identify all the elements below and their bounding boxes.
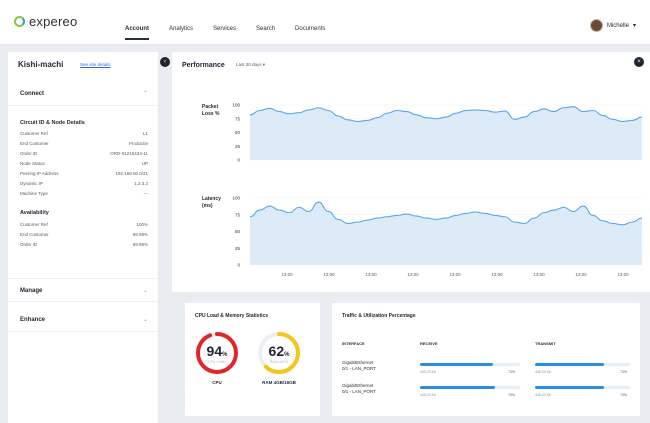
tx-bar	[535, 363, 630, 366]
x-tick-label: 13:00	[533, 272, 545, 277]
cpu-memory-card: CPU Load & Memory Statistics 94% CPU LOA…	[185, 303, 320, 416]
col-interface: INTERFACE	[342, 341, 365, 346]
kv-row: Dynamic IP 1.2.3.2	[20, 181, 148, 186]
kv-row: Customer Ref 100%	[20, 222, 148, 227]
y-tick-label: 100	[232, 196, 240, 201]
series-area	[250, 106, 642, 160]
tx-bar-fill	[535, 386, 605, 389]
rx-bar	[420, 363, 520, 366]
x-tick-label: 13:00	[449, 272, 461, 277]
rx-bar-fill	[420, 363, 493, 366]
user-name: Michelle	[606, 22, 629, 29]
site-details-link[interactable]: See site details	[80, 62, 111, 67]
x-tick-label: 13:00	[617, 272, 629, 277]
circuit-title: Circuit ID & Node Details	[20, 120, 85, 126]
tx-small: 445.23 Kb	[535, 370, 551, 374]
section-manage[interactable]: Manage ⌄	[8, 278, 158, 302]
performance-panel: Performance Last 30 days ▾ × Packet Loss…	[172, 52, 650, 292]
kv-row: Peering IP Address 192.168.00.0/21	[20, 171, 148, 176]
cpu-caption: CPU	[212, 380, 222, 385]
x-tick-label: 13:00	[323, 272, 335, 277]
rx-small: 445.23 Kb	[420, 393, 436, 397]
nav-documents[interactable]: Documents	[285, 0, 335, 45]
col-receive: RECEIVE	[420, 341, 438, 346]
chevron-down-icon: ▾	[632, 23, 636, 29]
tx-pct: 73%	[620, 393, 628, 397]
x-tick-label: 13:00	[365, 272, 377, 277]
main-nav: Account Analytics Services Search Docume…	[115, 0, 335, 45]
table-row-interface: GigabitEthernet 0/1 - LAN_PORT	[342, 360, 376, 371]
cpu-gauge: 94% CPU LOAD	[195, 331, 239, 375]
cpu-sub: CPU LOAD	[208, 360, 226, 364]
nav-analytics[interactable]: Analytics	[159, 0, 203, 45]
ram-value: 62%	[268, 343, 290, 359]
x-tick-label: 13:00	[407, 272, 419, 277]
y-tick-label: 0	[237, 263, 240, 268]
traffic-card-title: Traffic & Utilization Percentage	[342, 313, 416, 319]
kv-row: Machine Type ---	[20, 191, 148, 196]
kv-row: Node Status UP	[20, 161, 148, 166]
y-tick-label: 0	[237, 158, 240, 163]
tx-bar	[535, 386, 630, 389]
section-connect-label: Connect	[20, 91, 44, 97]
site-name: Kishi-machi	[18, 60, 64, 69]
nav-search[interactable]: Search	[246, 0, 285, 45]
chevron-up-icon: ⌃	[142, 91, 148, 97]
chevron-down-icon: ⌄	[142, 288, 148, 294]
y-tick-label: 25	[235, 144, 241, 149]
kv-row: End Customer Productie	[20, 141, 148, 146]
rx-pct: 75%	[508, 393, 516, 397]
top-bar: expereo Account Analytics Services Searc…	[0, 0, 650, 45]
rx-bar	[420, 386, 520, 389]
rx-bar-fill	[420, 386, 495, 389]
collapse-sidebar-button[interactable]: ‹	[160, 57, 170, 67]
kv-row: Order ID 99.99%	[20, 242, 148, 247]
section-connect[interactable]: Connect ⌃	[8, 82, 158, 106]
kv-row: End Customer 99.99%	[20, 232, 148, 237]
rx-pct: 73%	[508, 370, 516, 374]
chevron-down-icon: ⌄	[142, 317, 148, 323]
section-enhance[interactable]: Enhance ⌄	[8, 308, 158, 332]
ram-caption: RAM 4GB/16GB	[262, 380, 296, 385]
section-enhance-label: Enhance	[20, 317, 46, 323]
kv-row: Order ID ORD-01215434-11	[20, 151, 148, 156]
x-tick-label: 13:00	[491, 272, 503, 277]
section-manage-label: Manage	[20, 288, 43, 294]
table-row-interface: GigabitEthernet 0/1 - LAN_PORT	[342, 383, 376, 394]
y-tick-label: 25	[235, 246, 241, 251]
logo-icon	[14, 16, 25, 27]
y-tick-label: 50	[235, 229, 241, 234]
kv-row: Customer Ref L1	[20, 131, 148, 136]
tx-pct: 73%	[620, 370, 628, 374]
brand-logo[interactable]: expereo	[14, 14, 77, 29]
x-tick-label: 13:00	[281, 272, 293, 277]
cpu-card-title: CPU Load & Memory Statistics	[195, 313, 269, 319]
cpu-value: 94%	[206, 343, 228, 359]
ram-sub: RAM USED	[269, 360, 289, 364]
tx-bar-fill	[535, 363, 605, 366]
site-sidebar: Kishi-machi See site details Connect ⌃ C…	[8, 52, 158, 423]
tx-small: 445.23 Kb	[535, 393, 551, 397]
x-tick-label: 13:00	[575, 272, 587, 277]
nav-services[interactable]: Services	[203, 0, 246, 45]
performance-charts: 100 75 50 25 0 100 75 50 25 0 13:00 13:00 13:00 13:00…	[232, 103, 643, 277]
col-transmit: TRANSMIT	[535, 341, 556, 346]
user-menu[interactable]: Michelle ▾	[589, 19, 636, 32]
availability-title: Availability	[20, 210, 49, 216]
rx-small: 445.23 Kb	[420, 370, 436, 374]
nav-account[interactable]: Account	[115, 0, 159, 45]
brand-name: expereo	[29, 14, 78, 29]
ram-gauge: 62% RAM USED	[257, 331, 301, 375]
avatar	[589, 19, 603, 32]
traffic-card: Traffic & Utilization Percentage INTERFA…	[332, 303, 640, 416]
y-tick-label: 75	[235, 212, 241, 217]
y-tick-label: 50	[235, 130, 241, 135]
y-tick-label: 75	[235, 116, 241, 121]
y-tick-label: 100	[232, 103, 240, 108]
